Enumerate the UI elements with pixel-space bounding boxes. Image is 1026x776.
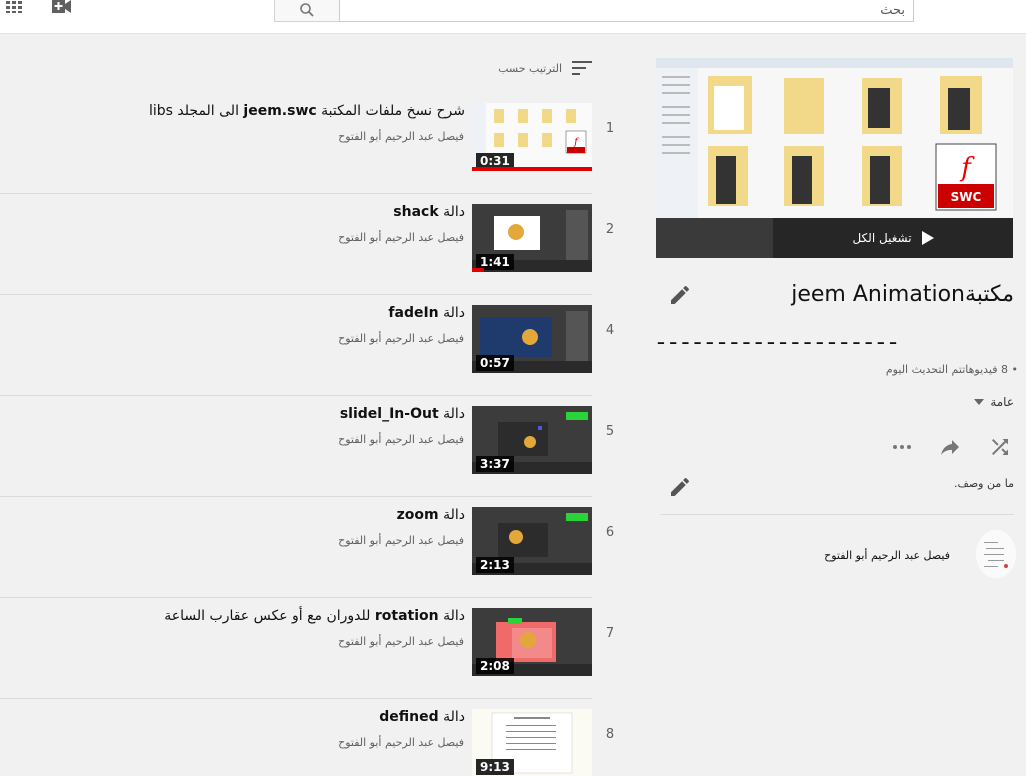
play-all-label: تشغيل الكل: [852, 231, 912, 245]
shuffle-icon[interactable]: [988, 435, 1012, 459]
owner-name-link[interactable]: فيصل عبد الرحيم أبو الفتوح: [824, 549, 950, 562]
video-thumbnail[interactable]: 3:37: [472, 406, 592, 474]
share-icon[interactable]: [938, 435, 962, 459]
svg-text:SWC: SWC: [951, 190, 982, 204]
channel-name-link[interactable]: فيصل عبد الرحيم أبو الفتوح: [338, 736, 464, 749]
title-keyword: slidel_In-Out: [339, 406, 439, 422]
playlist-subtitle: ـ ـ ـ ـ ـ ـ ـ ـ ـ ـ ـ ـ ـ ـ ـ ـ ـ ـ ـ ـ: [658, 325, 896, 349]
watch-progress-bar: [472, 167, 592, 171]
owner-avatar[interactable]: [976, 530, 1016, 578]
title-prefix: دالة: [438, 305, 465, 321]
search-button[interactable]: [274, 0, 340, 22]
watch-progress-bar: [472, 268, 484, 272]
video-thumbnail[interactable]: 2:08: [472, 608, 592, 676]
video-thumbnail[interactable]: 2:13: [472, 507, 592, 575]
divider: [660, 514, 1014, 515]
channel-name-link[interactable]: فيصل عبد الرحيم أبو الفتوح: [338, 231, 464, 244]
privacy-label: عامة: [990, 395, 1014, 409]
playlist-description: ما من وصف.: [953, 477, 1014, 490]
video-title-link[interactable]: دالة slidel_In-Out: [340, 406, 465, 422]
channel-name-link[interactable]: فيصل عبد الرحيم أبو الفتوح: [338, 534, 464, 547]
video-thumbnail[interactable]: 1:41: [472, 204, 592, 272]
channel-name-link[interactable]: فيصل عبد الرحيم أبو الفتوح: [338, 332, 464, 345]
sort-icon: [572, 61, 592, 75]
title-prefix: دالة: [438, 406, 465, 422]
privacy-dropdown[interactable]: عامة: [974, 395, 1014, 409]
video-duration: 9:13: [476, 759, 514, 775]
playlist-video-row[interactable]: 1 f 0:31 شرح نسخ ملفات المكتبة jeem.swc الى…: [0, 93, 614, 194]
edit-description-icon[interactable]: [668, 475, 692, 499]
video-index: 6: [605, 525, 615, 540]
video-title-link[interactable]: دالة fadeIn: [388, 305, 465, 321]
title-suffix: للدوران مع أو عكس عقارب الساعة: [164, 608, 375, 624]
edit-title-icon[interactable]: [668, 283, 692, 307]
video-thumbnail[interactable]: f 0:31: [472, 103, 592, 171]
video-thumbnail[interactable]: 9:13: [472, 709, 592, 776]
title-keyword: fadeIn: [388, 305, 439, 321]
video-duration: 2:08: [476, 658, 514, 674]
search-input[interactable]: [339, 0, 914, 22]
title-keyword: shack: [393, 204, 439, 220]
sort-menu[interactable]: الترتيب حسب: [498, 61, 592, 75]
video-index: 7: [605, 626, 615, 641]
title-prefix: دالة: [438, 507, 465, 523]
video-index: 1: [605, 121, 615, 136]
video-duration: 0:57: [476, 355, 514, 371]
top-bar: [0, 0, 1026, 34]
video-index: 5: [605, 424, 615, 439]
playlist-video-row[interactable]: 5 3:37 دالة slidel_In-Out فيصل عبد الرحيم أ…: [0, 396, 614, 497]
chevron-down-icon: [974, 399, 985, 405]
video-title-link[interactable]: دالة zoom: [397, 507, 465, 523]
title-keyword: rotation: [374, 608, 439, 624]
avatar-image: [976, 530, 1016, 578]
video-index: 2: [605, 222, 615, 237]
play-icon: [921, 231, 934, 245]
title-keyword: zoom: [396, 507, 439, 523]
playlist-video-row[interactable]: 4 0:57 دالة fadeIn فيصل عبد الرحيم أبو الفت…: [0, 295, 614, 396]
video-duration: 3:37: [476, 456, 514, 472]
title-prefix: دالة: [438, 204, 465, 220]
play-all-button[interactable]: تشغيل الكل: [773, 218, 1013, 258]
playlist-videos-panel: الترتيب حسب 1 f 0:31 شرح نسخ ملفات المكتبة …: [0, 35, 628, 776]
channel-name-link[interactable]: فيصل عبد الرحيم أبو الفتوح: [338, 635, 464, 648]
playlist-video-row[interactable]: 7 2:08 دالة rotation للدوران مع أو عكس عقا…: [0, 598, 614, 699]
thumbnail-strip: [656, 218, 773, 258]
channel-name-link[interactable]: فيصل عبد الرحيم أبو الفتوح: [338, 130, 464, 143]
video-index: 8: [605, 727, 615, 742]
playlist-thumbnail[interactable]: f SWC تشغيل الكل: [656, 58, 1013, 258]
playlist-video-row[interactable]: 2 1:41 دالة shack فيصل عبد الرحيم أبو الفتو…: [0, 194, 614, 295]
video-index: 4: [605, 323, 615, 338]
title-prefix: دالة: [438, 709, 465, 725]
playlist-video-row[interactable]: 8 9:13 دالة defined فيصل عبد الرحيم أبو الف…: [0, 699, 614, 776]
explorer-thumbnail-image: f SWC: [656, 58, 1013, 218]
video-title-link[interactable]: دالة defined: [379, 709, 465, 725]
video-title-link[interactable]: دالة rotation للدوران مع أو عكس عقارب ال…: [164, 608, 465, 624]
video-title-link[interactable]: شرح نسخ ملفات المكتبة jeem.swc الى المجل…: [149, 103, 465, 119]
title-prefix: دالة: [438, 608, 465, 624]
title-keyword: defined: [379, 709, 439, 725]
more-actions-icon[interactable]: [890, 435, 914, 459]
playlist-stats: • 8 فيديوهاتتم التحديث اليوم: [885, 363, 1018, 376]
playlist-video-row[interactable]: 6 2:13 دالة zoom فيصل عبد الرحيم أبو الفتوح: [0, 497, 614, 598]
title-prefix: شرح نسخ ملفات المكتبة: [316, 103, 465, 119]
apps-grid-icon[interactable]: [6, 1, 22, 13]
create-video-icon[interactable]: [52, 0, 72, 14]
playlist-title: مكتبةjeem Animation: [791, 282, 1014, 307]
channel-name-link[interactable]: فيصل عبد الرحيم أبو الفتوح: [338, 433, 464, 446]
title-keyword: jeem.swc: [243, 103, 317, 119]
video-title-link[interactable]: دالة shack: [393, 204, 465, 220]
sort-label: الترتيب حسب: [498, 61, 562, 75]
video-thumbnail[interactable]: 0:57: [472, 305, 592, 373]
search-icon: [300, 3, 314, 17]
video-duration: 2:13: [476, 557, 514, 573]
title-suffix: الى المجلد libs: [149, 103, 244, 119]
playlist-info-panel: f SWC تشغيل الكل مكتبةjeem Animation ـ ـ…: [628, 35, 1026, 776]
